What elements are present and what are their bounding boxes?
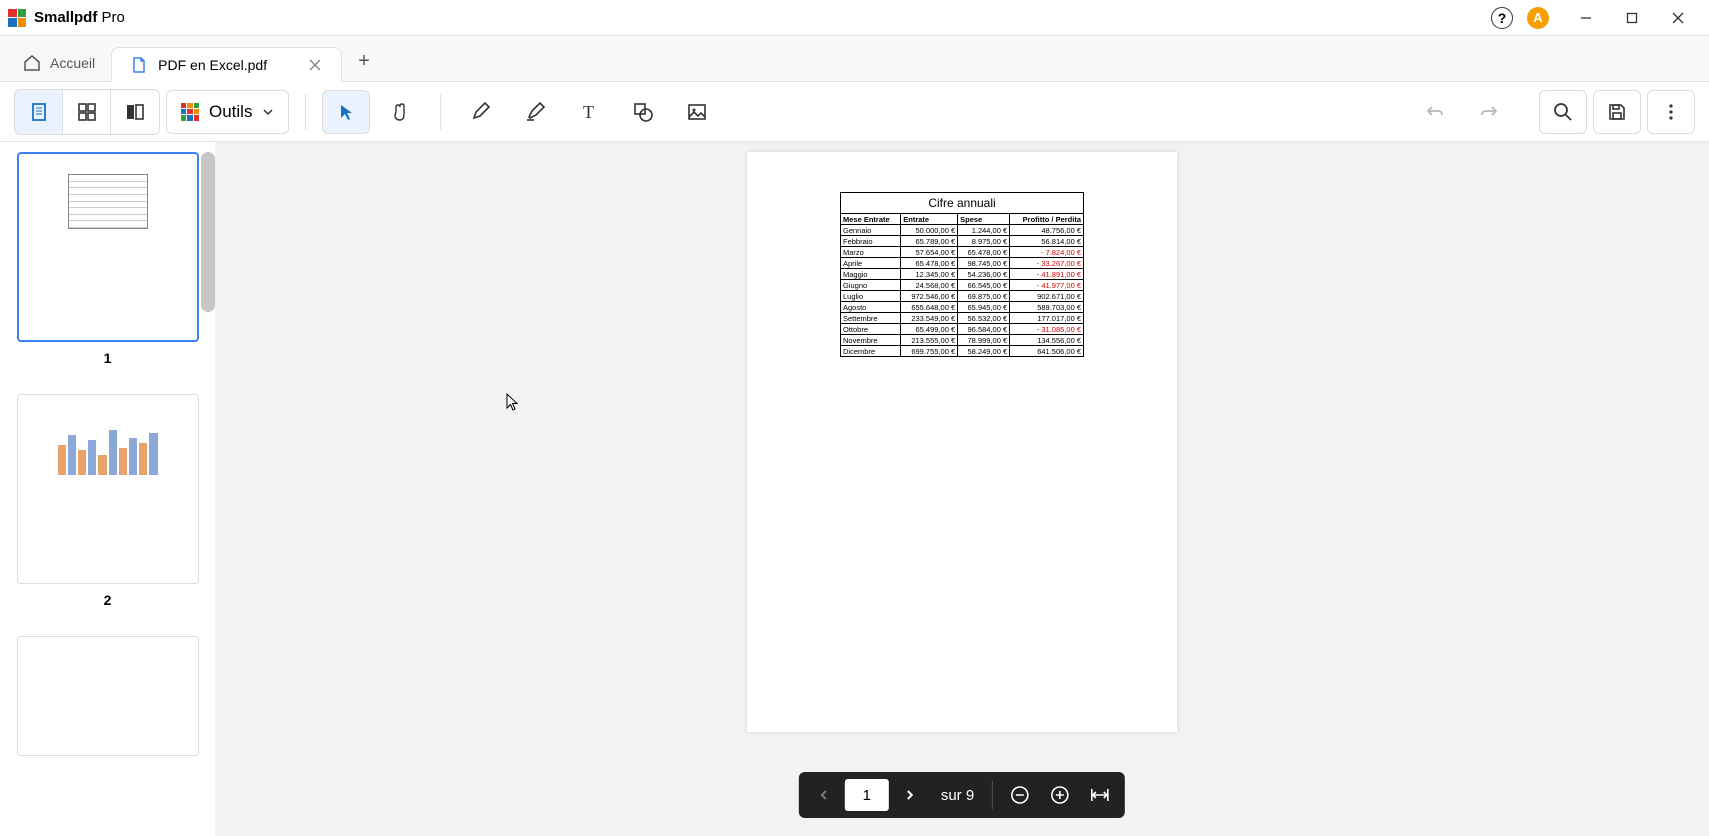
thumbnail-page-3[interactable]	[17, 636, 199, 756]
page-total-label: sur 9	[931, 787, 984, 804]
tab-file[interactable]: PDF en Excel.pdf	[111, 47, 342, 82]
tools-dropdown[interactable]: Outils	[166, 90, 289, 134]
header-profit: Profitto / Perdita	[1010, 214, 1084, 225]
view-single-page-button[interactable]	[15, 90, 63, 134]
thumbnail-label-2: 2	[4, 592, 211, 608]
thumbnail-label-1: 1	[4, 350, 211, 366]
zoom-out-icon	[1010, 785, 1030, 805]
undo-icon	[1424, 101, 1446, 123]
two-page-icon	[124, 101, 146, 123]
image-icon	[686, 101, 708, 123]
chevron-left-icon	[818, 789, 830, 801]
new-tab-button[interactable]: +	[344, 42, 384, 81]
hand-icon	[390, 102, 410, 122]
header-month: Mese Entrate	[841, 214, 901, 225]
tab-file-label: PDF en Excel.pdf	[158, 57, 267, 73]
dots-vertical-icon	[1660, 101, 1682, 123]
zoom-in-icon	[1050, 785, 1070, 805]
table-row: Ottobre65.499,00 €96.584,00 €- 31.085,00…	[841, 324, 1084, 335]
svg-text:T: T	[583, 102, 594, 122]
search-icon	[1552, 101, 1574, 123]
header-income: Entrate	[901, 214, 958, 225]
pan-tool-button[interactable]	[376, 90, 424, 134]
text-tool-button[interactable]: T	[565, 90, 613, 134]
fit-width-button[interactable]	[1081, 776, 1119, 814]
thumbnail-page-2[interactable]	[17, 394, 199, 584]
home-icon	[22, 53, 42, 73]
text-icon: T	[578, 101, 600, 123]
shape-icon	[632, 101, 654, 123]
more-menu-button[interactable]	[1647, 90, 1695, 134]
highlight-tool-button[interactable]	[511, 90, 559, 134]
view-two-page-button[interactable]	[111, 90, 159, 134]
fit-width-icon	[1090, 785, 1110, 805]
table-row: Marzo57.654,00 €65.478,00 €- 7.824,00 €	[841, 247, 1084, 258]
zoom-out-button[interactable]	[1001, 776, 1039, 814]
prev-page-button[interactable]	[805, 776, 843, 814]
toolbar: Outils T	[0, 82, 1709, 142]
table-row: Aprile65.478,00 €98.745,00 €- 33.267,00 …	[841, 258, 1084, 269]
shape-tool-button[interactable]	[619, 90, 667, 134]
search-button[interactable]	[1539, 90, 1587, 134]
redo-icon	[1478, 101, 1500, 123]
main-area: 1 2 Cifre annuali Mese Entrate Entrate S…	[0, 142, 1709, 836]
app-title: Smallpdf Pro	[34, 9, 125, 26]
user-avatar[interactable]: A	[1527, 7, 1549, 29]
save-icon	[1606, 101, 1628, 123]
annual-figures-table: Cifre annuali Mese Entrate Entrate Spese…	[840, 192, 1084, 357]
page-1: Cifre annuali Mese Entrate Entrate Spese…	[747, 152, 1177, 732]
chevron-right-icon	[904, 789, 916, 801]
mouse-cursor-icon	[505, 393, 521, 413]
thumbnail-sidebar[interactable]: 1 2	[0, 142, 215, 836]
single-page-icon	[28, 101, 50, 123]
help-icon[interactable]: ?	[1491, 7, 1513, 29]
select-tool-button[interactable]	[322, 90, 370, 134]
table-row: Febbraio65.789,00 €8.975,00 €56.814,00 €	[841, 236, 1084, 247]
window-minimize-button[interactable]	[1563, 0, 1609, 36]
tools-label: Outils	[209, 102, 252, 122]
sidebar-scrollbar[interactable]	[201, 152, 215, 312]
table-row: Dicembre699.755,00 €58.249,00 €641.506,0…	[841, 346, 1084, 357]
cursor-icon	[336, 102, 356, 122]
zoom-in-button[interactable]	[1041, 776, 1079, 814]
window-maximize-button[interactable]	[1609, 0, 1655, 36]
image-tool-button[interactable]	[673, 90, 721, 134]
save-button[interactable]	[1593, 90, 1641, 134]
app-logo-icon	[8, 9, 26, 27]
tab-close-button[interactable]	[307, 57, 323, 73]
tools-grid-icon	[181, 103, 199, 121]
table-row: Giugno24.568,00 €66.545,00 €- 41.977,00 …	[841, 280, 1084, 291]
table-title: Cifre annuali	[841, 193, 1084, 214]
chevron-down-icon	[262, 106, 274, 118]
pencil-tool-button[interactable]	[457, 90, 505, 134]
table-row: Novembre213.555,00 €78.999,00 €134.556,0…	[841, 335, 1084, 346]
table-row: Settembre233.549,00 €56.532,00 €177.017,…	[841, 313, 1084, 324]
grid-icon	[76, 101, 98, 123]
page-number-input[interactable]	[845, 779, 889, 811]
page-controls: sur 9	[799, 772, 1125, 818]
table-row: Luglio972.546,00 €69.875,00 €902.671,00 …	[841, 291, 1084, 302]
redo-button[interactable]	[1465, 90, 1513, 134]
thumbnail-page-1[interactable]	[17, 152, 199, 342]
table-row: Agosto655.648,00 €65.945,00 €589.703,00 …	[841, 302, 1084, 313]
table-row: Gennaio50.000,00 €1.244,00 €48.756,00 €	[841, 225, 1084, 236]
titlebar: Smallpdf Pro ? A	[0, 0, 1709, 36]
pencil-icon	[470, 101, 492, 123]
highlighter-icon	[524, 101, 546, 123]
window-close-button[interactable]	[1655, 0, 1701, 36]
document-canvas[interactable]: Cifre annuali Mese Entrate Entrate Spese…	[215, 142, 1709, 836]
view-grid-button[interactable]	[63, 90, 111, 134]
tab-bar: Accueil PDF en Excel.pdf +	[0, 36, 1709, 82]
undo-button[interactable]	[1411, 90, 1459, 134]
header-expenses: Spese	[958, 214, 1010, 225]
tab-home[interactable]: Accueil	[8, 45, 109, 81]
file-icon	[130, 56, 148, 74]
tab-home-label: Accueil	[50, 55, 95, 71]
close-icon	[309, 59, 321, 71]
next-page-button[interactable]	[891, 776, 929, 814]
table-row: Maggio12.345,00 €54.236,00 €- 41.891,00 …	[841, 269, 1084, 280]
